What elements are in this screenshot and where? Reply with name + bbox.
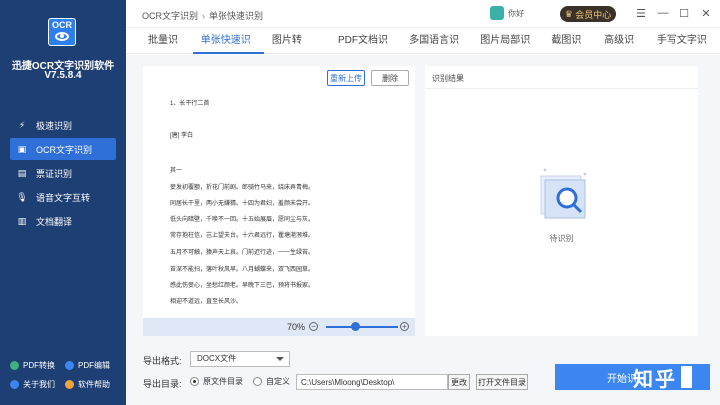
close-icon[interactable]: ✕ [699, 6, 713, 20]
maximize-icon[interactable]: ☐ [677, 6, 691, 20]
radio-label: 原文件目录 [203, 377, 243, 386]
doc-line: 苔深不能扫，落叶秋风早。八月蝴蝶来，双飞西园草。 [170, 267, 315, 273]
pdf-edit-link[interactable]: PDF编辑 [65, 360, 120, 371]
sidebar-item-fast-recognize[interactable]: ⚡ 极速识别 [0, 114, 126, 136]
doc-line: 1、长干行二首 [170, 101, 210, 107]
open-dir-button[interactable]: 打开文件目录 [476, 374, 528, 390]
radio-unchecked-icon [253, 377, 262, 386]
pdf-convert-link[interactable]: PDF转换 [10, 360, 65, 371]
sidebar-item-label: 票证识别 [36, 168, 73, 179]
reupload-button[interactable]: 重新上传 [327, 70, 365, 86]
ticket-icon: ▤ [17, 167, 27, 178]
breadcrumb: OCR文字识别 › 单张快速识别 [142, 9, 263, 22]
zoom-bar: 70% − + [143, 318, 415, 336]
result-panel: 识别结果 待识别 [425, 66, 698, 336]
chevron-down-icon [276, 357, 284, 361]
zoom-level: 70% [287, 322, 306, 332]
tab-screenshot[interactable]: 截图识别 [543, 28, 596, 72]
empty-result-illustration [540, 168, 587, 219]
radio-checked-icon [190, 377, 199, 386]
translate-icon: ▥ [17, 215, 27, 226]
user-profile[interactable]: 你好 [490, 6, 524, 20]
radio-label: 自定义 [266, 377, 290, 386]
username: 你好 [508, 8, 524, 18]
tab-multilang[interactable]: 多国语言识别 [401, 28, 472, 72]
sidebar-item-label: 极速识别 [36, 120, 73, 131]
empty-result-text: 待识别 [549, 234, 574, 243]
zoom-slider-track[interactable] [326, 326, 398, 328]
doc-line: 相迎不道远，直至长风沙。 [170, 299, 243, 305]
change-dir-button[interactable]: 更改 [448, 374, 470, 390]
sidebar: OCR 迅捷OCR文字识别软件 V7.5.8.4 ⚡ 极速识别 ▣ OCR文字识… [0, 0, 126, 405]
about-link[interactable]: 关于我们 [10, 379, 65, 390]
tab-single-fast[interactable]: 单张快速识别 [192, 28, 264, 72]
ocr-icon: ▣ [17, 143, 27, 154]
delete-button[interactable]: 删除 [371, 70, 409, 86]
link-label: PDF编辑 [78, 361, 110, 370]
vip-label: 会员中心 [575, 9, 612, 20]
bottom-links: PDF转换 PDF编辑 关于我们 软件帮助 [10, 360, 120, 390]
feature-tabs: 批量识别 单张快速识别 图片转Excel PDF文档识别 多国语言识别 图片局部… [126, 28, 720, 72]
sidebar-item-ticket[interactable]: ▤ 票证识别 [0, 162, 126, 184]
doc-line: 五月不可触，猿声天上哀。门前迟行迹，一一生绿苔。 [170, 250, 315, 256]
vip-center-button[interactable]: ♛ 会员中心 [560, 6, 616, 22]
menu-icon[interactable]: ☰ [634, 6, 648, 20]
sidebar-item-label: 语音文字互转 [36, 192, 91, 203]
doc-line: 感此伤妾心，坐愁红颜老。早晚下三巴，预将书报家。 [170, 283, 315, 289]
title-bar: OCR文字识别 › 单张快速识别 你好 ♛ 会员中心 ☰ — ☐ ✕ [126, 0, 720, 28]
about-icon [10, 380, 19, 389]
result-title: 识别结果 [432, 74, 464, 83]
export-format-value: DOCX文件 [197, 354, 237, 363]
tab-batch[interactable]: 批量识别 [140, 28, 193, 72]
export-path-input[interactable] [296, 374, 448, 390]
radio-source-dir[interactable]: 原文件目录 [190, 376, 243, 387]
sidebar-item-voice[interactable]: 🎙 语音文字互转 [0, 186, 126, 208]
help-icon [65, 380, 74, 389]
tab-handwriting[interactable]: 手写文字识别 [649, 28, 720, 72]
tab-partial[interactable]: 图片局部识别 [472, 28, 543, 72]
doc-line: [唐] 李白 [170, 133, 194, 139]
radio-custom-dir[interactable]: 自定义 [253, 376, 290, 387]
pdf-edit-icon [65, 361, 74, 370]
sidebar-nav: ⚡ 极速识别 ▣ OCR文字识别 ▤ 票证识别 🎙 语音文字互转 ▥ 文档翻译 [0, 114, 126, 234]
watermark-badge [681, 366, 692, 388]
tab-pdf[interactable]: PDF文档识别 [330, 28, 401, 72]
breadcrumb-separator: › [202, 11, 205, 21]
divider [425, 88, 698, 89]
zoom-out-icon[interactable]: − [309, 322, 318, 331]
sidebar-item-label: 文档翻译 [36, 216, 73, 227]
breadcrumb-current: 单张快速识别 [209, 11, 264, 21]
sidebar-item-ocr[interactable]: ▣ OCR文字识别 [10, 138, 116, 160]
zoom-slider-handle[interactable] [350, 322, 360, 331]
lightning-icon: ⚡ [18, 119, 26, 130]
app-version: V7.5.8.4 [44, 70, 82, 81]
sidebar-item-label: OCR文字识别 [36, 144, 92, 155]
doc-line: 低头向暗壁，千唤不一回。十五始展眉，愿同尘与灰。 [170, 217, 315, 223]
avatar [490, 6, 504, 20]
logo-text: OCR [52, 20, 72, 30]
app-logo: OCR [48, 18, 76, 46]
export-dir-label: 导出目录: [143, 379, 182, 389]
zhihu-watermark: 知乎 [633, 369, 677, 391]
doc-line: 其一 [170, 168, 183, 174]
link-label: PDF转换 [23, 361, 55, 370]
zoom-in-icon[interactable]: + [400, 322, 409, 331]
link-label: 关于我们 [23, 380, 55, 389]
doc-line: 常存抱柱信，岂上望夫台。十六君远行，瞿塘滟滪堆。 [170, 233, 315, 239]
export-format-select[interactable]: DOCX文件 [190, 351, 290, 367]
tab-advanced[interactable]: 高级识别 [596, 28, 649, 72]
crown-icon: ♛ [564, 8, 573, 19]
link-label: 软件帮助 [78, 380, 110, 389]
help-link[interactable]: 软件帮助 [65, 379, 120, 390]
doc-line: 妾发初覆额，折花门前剧。郎骑竹马来，绕床弄青梅。 [170, 185, 315, 191]
microphone-icon: 🎙 [16, 191, 28, 202]
minimize-icon[interactable]: — [656, 6, 670, 20]
eye-icon [55, 32, 69, 41]
sidebar-item-translate[interactable]: ▥ 文档翻译 [0, 210, 126, 232]
pdf-convert-icon [10, 361, 19, 370]
export-format-label: 导出格式: [143, 356, 182, 366]
breadcrumb-root[interactable]: OCR文字识别 [142, 11, 198, 21]
tab-image-to-excel[interactable]: 图片转Excel [264, 28, 330, 72]
doc-line: 同居长干里，两小无嫌猜。十四为君妇，羞颜未尝开。 [170, 201, 315, 207]
